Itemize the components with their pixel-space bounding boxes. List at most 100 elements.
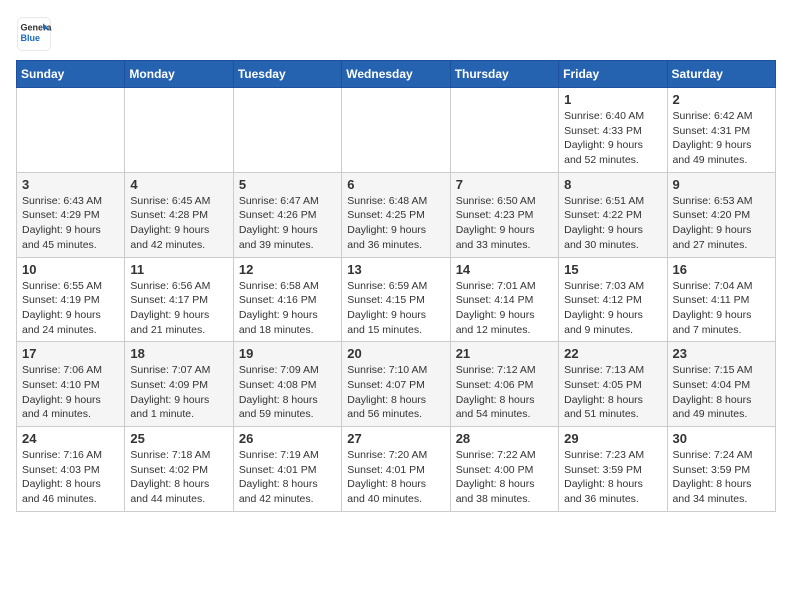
day-info: Sunrise: 6:42 AM Sunset: 4:31 PM Dayligh…: [673, 109, 770, 168]
calendar-day-24: 24 Sunrise: 7:16 AM Sunset: 4:03 PM Dayli…: [17, 427, 125, 512]
calendar-day-28: 28Sunrise: 7:22 AM Sunset: 4:00 PM Dayli…: [450, 427, 558, 512]
day-number: 17: [22, 346, 119, 361]
calendar-empty-cell: [450, 88, 558, 173]
day-info: Sunrise: 6:45 AM Sunset: 4:28 PM Dayligh…: [130, 194, 227, 253]
calendar-day-6: 6 Sunrise: 6:48 AM Sunset: 4:25 PM Daylig…: [342, 172, 450, 257]
calendar-week-row: 17 Sunrise: 7:06 AM Sunset: 4:10 PM Dayli…: [17, 342, 776, 427]
calendar-day-12: 12 Sunrise: 6:58 AM Sunset: 4:16 PM Dayli…: [233, 257, 341, 342]
day-info: Sunrise: 7:03 AM Sunset: 4:12 PM Dayligh…: [564, 279, 661, 338]
day-number: 24: [22, 431, 119, 446]
calendar-day-23: 23 Sunrise: 7:15 AM Sunset: 4:04 PM Dayli…: [667, 342, 775, 427]
calendar-week-row: 24 Sunrise: 7:16 AM Sunset: 4:03 PM Dayli…: [17, 427, 776, 512]
day-info: Sunrise: 7:12 AM Sunset: 4:06 PM Dayligh…: [456, 363, 553, 422]
calendar-day-8: 8 Sunrise: 6:51 AM Sunset: 4:22 PM Daylig…: [559, 172, 667, 257]
calendar-day-15: 15 Sunrise: 7:03 AM Sunset: 4:12 PM Dayli…: [559, 257, 667, 342]
day-info: Sunrise: 6:55 AM Sunset: 4:19 PM Dayligh…: [22, 279, 119, 338]
day-info: Sunrise: 6:43 AM Sunset: 4:29 PM Dayligh…: [22, 194, 119, 253]
day-info: Sunrise: 6:59 AM Sunset: 4:15 PM Dayligh…: [347, 279, 444, 338]
calendar-day-20: 20 Sunrise: 7:10 AM Sunset: 4:07 PM Dayli…: [342, 342, 450, 427]
day-header-wednesday: Wednesday: [342, 61, 450, 88]
day-info: Sunrise: 7:01 AM Sunset: 4:14 PM Dayligh…: [456, 279, 553, 338]
day-number: 15: [564, 262, 661, 277]
calendar-empty-cell: [125, 88, 233, 173]
day-info: Sunrise: 6:58 AM Sunset: 4:16 PM Dayligh…: [239, 279, 336, 338]
day-info: Sunrise: 6:51 AM Sunset: 4:22 PM Dayligh…: [564, 194, 661, 253]
calendar-day-2: 2 Sunrise: 6:42 AM Sunset: 4:31 PM Daylig…: [667, 88, 775, 173]
day-info: Sunrise: 7:20 AM Sunset: 4:01 PM Dayligh…: [347, 448, 444, 507]
calendar-day-11: 11 Sunrise: 6:56 AM Sunset: 4:17 PM Dayli…: [125, 257, 233, 342]
calendar-header-row: SundayMondayTuesdayWednesdayThursdayFrid…: [17, 61, 776, 88]
calendar-day-5: 5Sunrise: 6:47 AM Sunset: 4:26 PM Daylig…: [233, 172, 341, 257]
svg-text:Blue: Blue: [21, 33, 41, 43]
day-info: Sunrise: 7:06 AM Sunset: 4:10 PM Dayligh…: [22, 363, 119, 422]
day-number: 18: [130, 346, 227, 361]
page-header: General Blue: [16, 16, 776, 52]
day-number: 13: [347, 262, 444, 277]
calendar-day-17: 17 Sunrise: 7:06 AM Sunset: 4:10 PM Dayli…: [17, 342, 125, 427]
day-number: 21: [456, 346, 553, 361]
calendar-day-26: 26 Sunrise: 7:19 AM Sunset: 4:01 PM Dayli…: [233, 427, 341, 512]
calendar-empty-cell: [17, 88, 125, 173]
calendar-day-25: 25Sunrise: 7:18 AM Sunset: 4:02 PM Dayli…: [125, 427, 233, 512]
day-info: Sunrise: 6:47 AM Sunset: 4:26 PM Dayligh…: [239, 194, 336, 253]
day-info: Sunrise: 7:23 AM Sunset: 3:59 PM Dayligh…: [564, 448, 661, 507]
calendar-day-13: 13 Sunrise: 6:59 AM Sunset: 4:15 PM Dayli…: [342, 257, 450, 342]
day-number: 12: [239, 262, 336, 277]
day-number: 10: [22, 262, 119, 277]
calendar-day-22: 22Sunrise: 7:13 AM Sunset: 4:05 PM Dayli…: [559, 342, 667, 427]
day-header-tuesday: Tuesday: [233, 61, 341, 88]
calendar-day-30: 30 Sunrise: 7:24 AM Sunset: 3:59 PM Dayli…: [667, 427, 775, 512]
day-header-friday: Friday: [559, 61, 667, 88]
svg-text:General: General: [21, 22, 53, 32]
day-number: 6: [347, 177, 444, 192]
calendar-day-10: 10 Sunrise: 6:55 AM Sunset: 4:19 PM Dayli…: [17, 257, 125, 342]
calendar-day-1: 1 Sunrise: 6:40 AM Sunset: 4:33 PM Daylig…: [559, 88, 667, 173]
day-info: Sunrise: 7:15 AM Sunset: 4:04 PM Dayligh…: [673, 363, 770, 422]
day-number: 14: [456, 262, 553, 277]
day-info: Sunrise: 6:48 AM Sunset: 4:25 PM Dayligh…: [347, 194, 444, 253]
day-info: Sunrise: 7:10 AM Sunset: 4:07 PM Dayligh…: [347, 363, 444, 422]
day-info: Sunrise: 7:24 AM Sunset: 3:59 PM Dayligh…: [673, 448, 770, 507]
day-info: Sunrise: 7:09 AM Sunset: 4:08 PM Dayligh…: [239, 363, 336, 422]
day-number: 29: [564, 431, 661, 446]
calendar-day-19: 19 Sunrise: 7:09 AM Sunset: 4:08 PM Dayli…: [233, 342, 341, 427]
day-number: 27: [347, 431, 444, 446]
day-number: 2: [673, 92, 770, 107]
calendar-day-29: 29 Sunrise: 7:23 AM Sunset: 3:59 PM Dayli…: [559, 427, 667, 512]
calendar-day-21: 21 Sunrise: 7:12 AM Sunset: 4:06 PM Dayli…: [450, 342, 558, 427]
calendar-day-3: 3 Sunrise: 6:43 AM Sunset: 4:29 PM Daylig…: [17, 172, 125, 257]
day-number: 8: [564, 177, 661, 192]
calendar-empty-cell: [342, 88, 450, 173]
calendar-day-14: 14 Sunrise: 7:01 AM Sunset: 4:14 PM Dayli…: [450, 257, 558, 342]
day-info: Sunrise: 7:04 AM Sunset: 4:11 PM Dayligh…: [673, 279, 770, 338]
day-number: 16: [673, 262, 770, 277]
day-info: Sunrise: 6:56 AM Sunset: 4:17 PM Dayligh…: [130, 279, 227, 338]
day-number: 20: [347, 346, 444, 361]
day-number: 22: [564, 346, 661, 361]
day-info: Sunrise: 7:22 AM Sunset: 4:00 PM Dayligh…: [456, 448, 553, 507]
day-info: Sunrise: 7:16 AM Sunset: 4:03 PM Dayligh…: [22, 448, 119, 507]
day-number: 26: [239, 431, 336, 446]
day-header-saturday: Saturday: [667, 61, 775, 88]
day-header-thursday: Thursday: [450, 61, 558, 88]
day-number: 1: [564, 92, 661, 107]
day-info: Sunrise: 6:53 AM Sunset: 4:20 PM Dayligh…: [673, 194, 770, 253]
calendar-day-9: 9Sunrise: 6:53 AM Sunset: 4:20 PM Daylig…: [667, 172, 775, 257]
calendar-week-row: 1 Sunrise: 6:40 AM Sunset: 4:33 PM Daylig…: [17, 88, 776, 173]
day-info: Sunrise: 7:19 AM Sunset: 4:01 PM Dayligh…: [239, 448, 336, 507]
day-number: 30: [673, 431, 770, 446]
day-header-sunday: Sunday: [17, 61, 125, 88]
calendar-week-row: 3 Sunrise: 6:43 AM Sunset: 4:29 PM Daylig…: [17, 172, 776, 257]
day-number: 11: [130, 262, 227, 277]
day-number: 3: [22, 177, 119, 192]
day-number: 7: [456, 177, 553, 192]
day-header-monday: Monday: [125, 61, 233, 88]
day-number: 4: [130, 177, 227, 192]
day-info: Sunrise: 7:18 AM Sunset: 4:02 PM Dayligh…: [130, 448, 227, 507]
day-number: 19: [239, 346, 336, 361]
day-number: 23: [673, 346, 770, 361]
calendar-table: SundayMondayTuesdayWednesdayThursdayFrid…: [16, 60, 776, 512]
day-info: Sunrise: 6:40 AM Sunset: 4:33 PM Dayligh…: [564, 109, 661, 168]
calendar-day-18: 18Sunrise: 7:07 AM Sunset: 4:09 PM Dayli…: [125, 342, 233, 427]
calendar-day-27: 27 Sunrise: 7:20 AM Sunset: 4:01 PM Dayli…: [342, 427, 450, 512]
